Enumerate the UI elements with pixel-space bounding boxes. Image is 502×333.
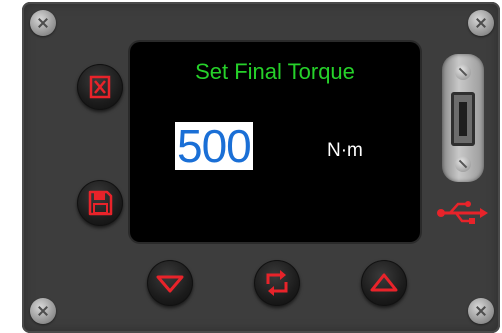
decrease-button[interactable] — [147, 260, 193, 306]
save-button[interactable] — [77, 180, 123, 226]
triangle-down-icon — [156, 275, 184, 293]
screw-icon — [455, 64, 471, 80]
triangle-up-icon — [370, 273, 398, 292]
increase-button[interactable] — [361, 260, 407, 306]
screw-icon — [468, 10, 494, 36]
usb-port-cover — [442, 54, 484, 182]
floppy-disk-icon — [88, 190, 113, 216]
cycle-arrows-icon — [266, 270, 288, 296]
torque-unit: N·m — [327, 140, 363, 161]
screw-icon — [468, 298, 494, 324]
lcd-screen: Set Final Torque 500 N·m — [130, 42, 420, 242]
screw-icon — [30, 298, 56, 324]
control-panel: Set Final Torque 500 N·m — [22, 2, 500, 333]
screen-title: Set Final Torque — [195, 59, 355, 84]
usb-icon — [437, 201, 488, 224]
screw-icon — [30, 10, 56, 36]
cycle-button[interactable] — [254, 260, 300, 306]
screw-icon — [455, 156, 471, 172]
torque-value-field[interactable]: 500 — [175, 122, 253, 170]
x-box-icon — [89, 75, 111, 99]
cancel-button[interactable] — [77, 64, 123, 110]
device-front: Set Final Torque 500 N·m — [0, 0, 502, 333]
usb-port[interactable] — [451, 92, 475, 146]
